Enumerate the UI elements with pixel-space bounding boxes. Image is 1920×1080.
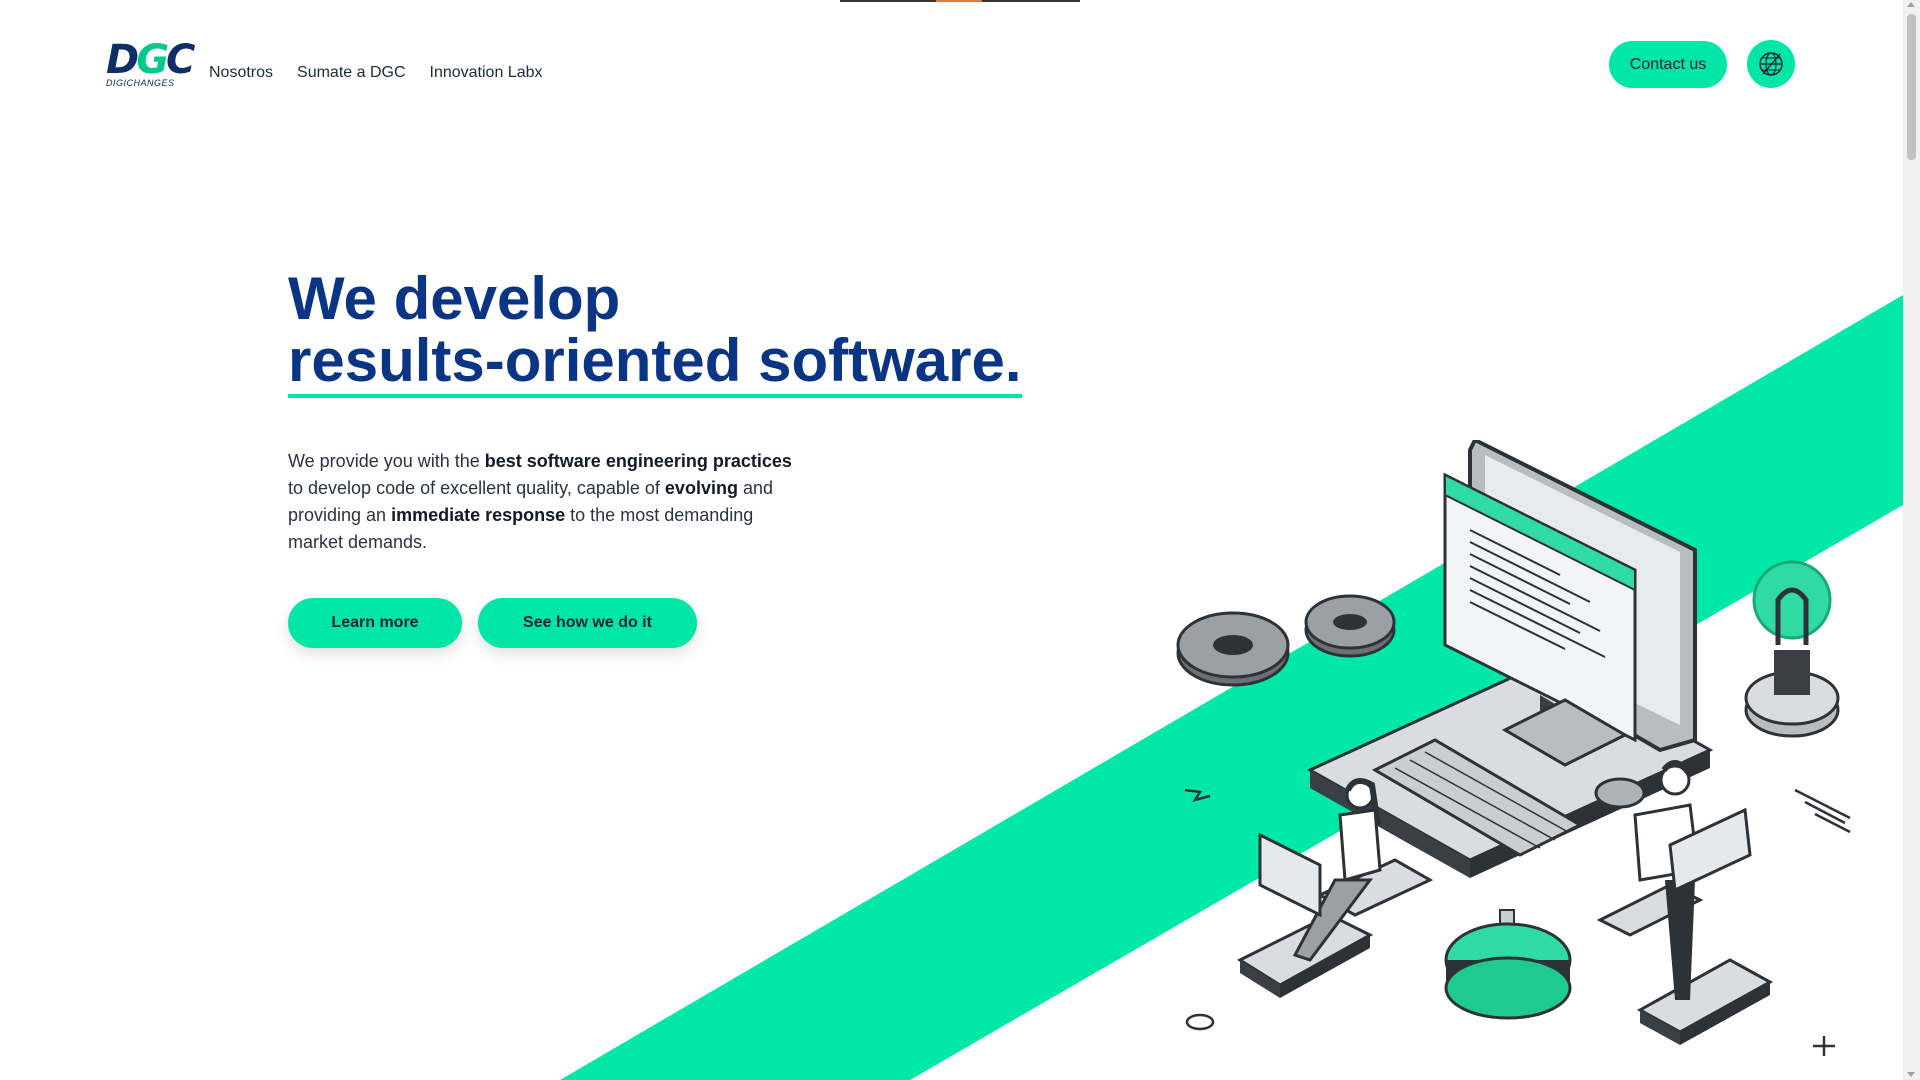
hero-title: We develop results-oriented software. bbox=[288, 268, 1022, 398]
page-scrollbar[interactable] bbox=[1903, 0, 1920, 1080]
nav-link-nosotros[interactable]: Nosotros bbox=[209, 64, 273, 82]
lightbulb-icon bbox=[1744, 560, 1840, 738]
base-gear-illustration bbox=[1444, 922, 1572, 1020]
hero-illustration bbox=[1176, 440, 1851, 1056]
scroll-up-arrow-icon[interactable] bbox=[1907, 2, 1915, 7]
language-button[interactable] bbox=[1747, 40, 1795, 88]
see-how-button[interactable]: See how we do it bbox=[478, 598, 697, 648]
nav-link-sumate[interactable]: Sumate a DGC bbox=[297, 64, 405, 82]
scroll-down-arrow-icon[interactable] bbox=[1907, 1072, 1915, 1077]
main-nav: Nosotros Sumate a DGC Innovation Labx bbox=[209, 64, 543, 82]
hero-description: We provide you with the best software en… bbox=[288, 448, 798, 556]
hero-title-line2: results-oriented software. bbox=[288, 330, 1022, 398]
logo-subtext: DIGICHANGES bbox=[106, 78, 175, 88]
page-loading-indicator bbox=[840, 0, 1080, 2]
dgc-logo[interactable]: DGC DIGICHANGES bbox=[106, 37, 195, 90]
logo-mark: DGC bbox=[106, 37, 195, 83]
scrollbar-thumb[interactable] bbox=[1907, 14, 1916, 160]
desc-text-1: We provide you with the bbox=[288, 451, 485, 471]
nav-link-innovation-labx[interactable]: Innovation Labx bbox=[430, 64, 543, 82]
desc-bold-1: best software engineering practices bbox=[484, 451, 792, 471]
desc-bold-2: evolving bbox=[664, 478, 738, 498]
page: DGC DIGICHANGES Nosotros Sumate a DGC In… bbox=[0, 0, 1903, 1080]
desc-bold-3: immediate response bbox=[391, 505, 566, 525]
gear-icon bbox=[1176, 594, 1396, 687]
hero-title-line1: We develop bbox=[288, 265, 621, 332]
learn-more-button[interactable]: Learn more bbox=[288, 598, 462, 648]
desc-text-2: to develop code of excellent quality, ca… bbox=[288, 478, 665, 498]
globe-icon bbox=[1759, 52, 1783, 76]
contact-us-button[interactable]: Contact us bbox=[1609, 41, 1727, 88]
